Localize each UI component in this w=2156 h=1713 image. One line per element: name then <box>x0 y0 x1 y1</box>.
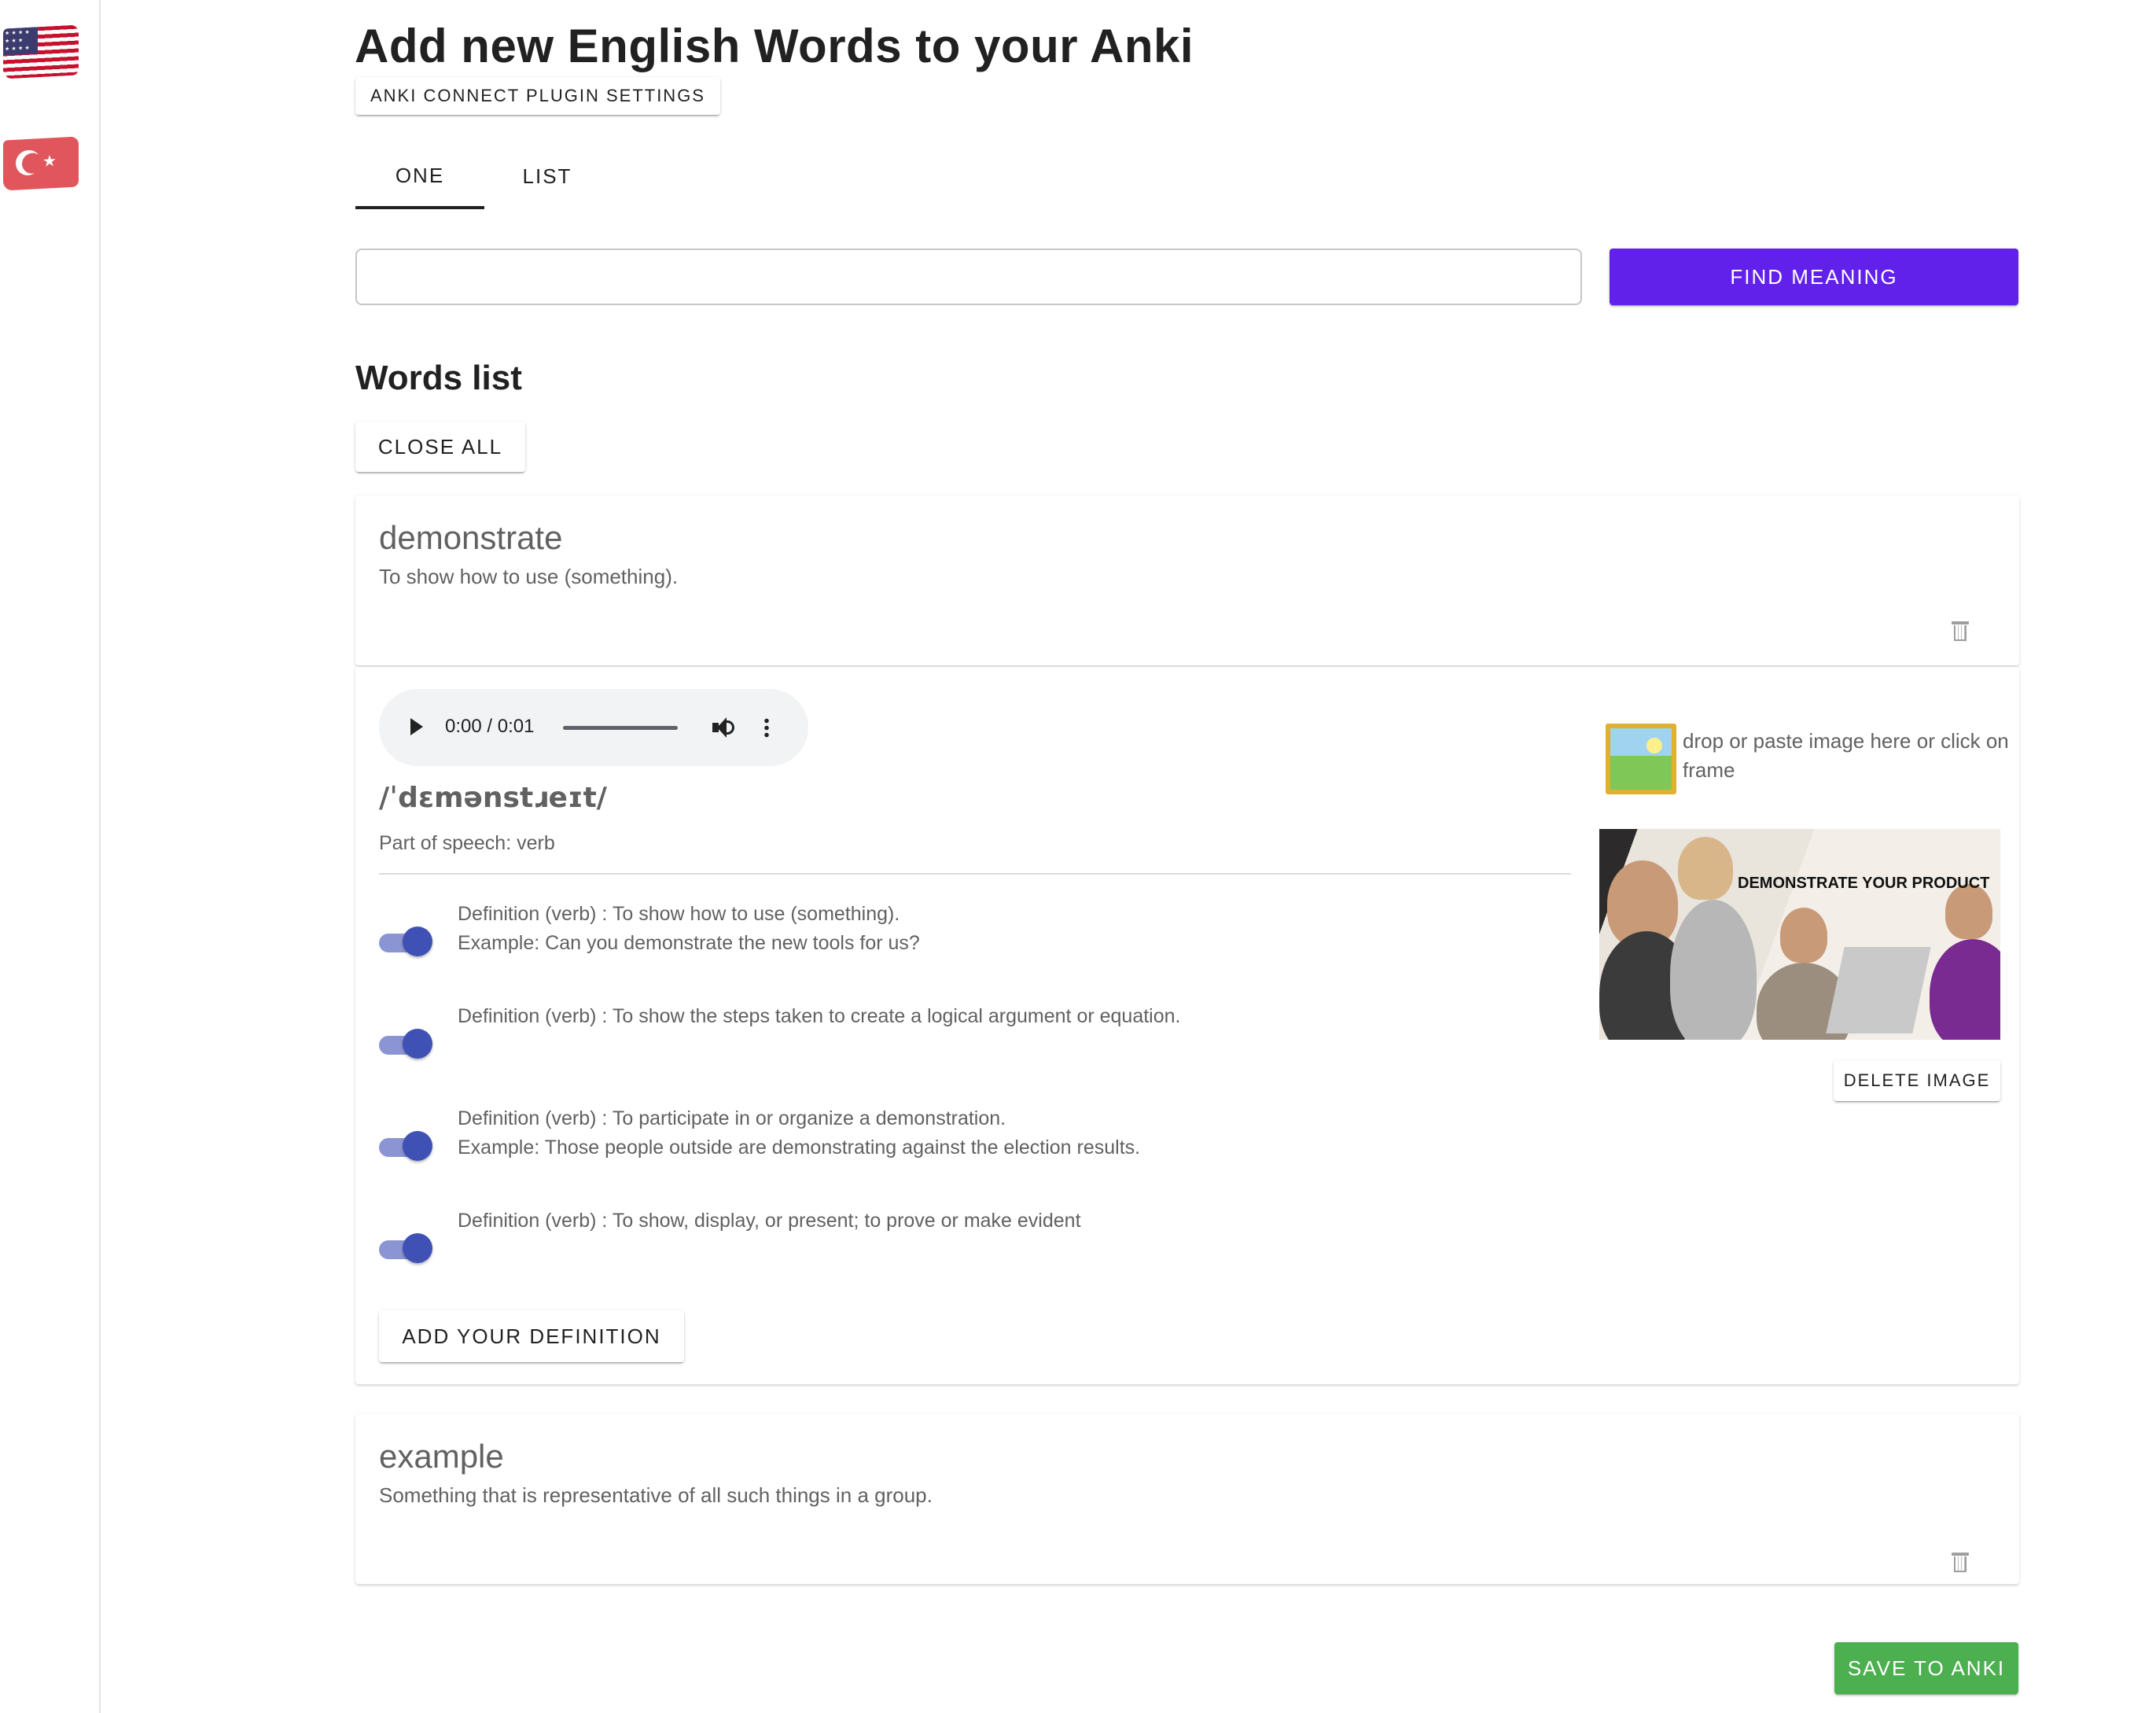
word-details-panel: 0:00 / 0:01 /ˈdɛmənstɹeɪt/ Part of speec… <box>355 667 2019 1384</box>
word-card-example[interactable]: example Something that is representative… <box>355 1414 2019 1584</box>
audio-time: 0:00 / 0:01 <box>445 716 535 737</box>
language-sidebar: ★ <box>0 0 101 1713</box>
definition-text: Definition (verb) : To participate in or… <box>458 1107 1006 1129</box>
volume-icon[interactable] <box>712 717 736 738</box>
definition-text: Definition (verb) : To show the steps ta… <box>458 1005 1181 1027</box>
trash-icon[interactable] <box>1952 1553 1969 1573</box>
audio-progress-bar[interactable] <box>563 726 678 730</box>
word-input[interactable] <box>355 249 1582 305</box>
delete-image-button[interactable]: DELETE IMAGE <box>1834 1060 2000 1101</box>
definition-toggle[interactable] <box>379 1233 434 1265</box>
tab-one[interactable]: ONE <box>355 145 484 209</box>
definition-example: Example: Those people outside are demons… <box>458 1136 1141 1159</box>
definition-text: Definition (verb) : To show, display, or… <box>458 1210 1081 1232</box>
picture-frame-icon[interactable] <box>1606 724 1676 794</box>
save-to-anki-button[interactable]: SAVE TO ANKI <box>1834 1642 2018 1694</box>
image-drop-hint: drop or paste image here or click on fra… <box>1683 729 2009 782</box>
audio-player[interactable]: 0:00 / 0:01 <box>379 689 808 766</box>
tab-list[interactable]: LIST <box>484 145 610 208</box>
turkey-flag-icon[interactable]: ★ <box>3 136 79 191</box>
definition-item: Definition (verb) : To show the steps ta… <box>458 1002 1181 1031</box>
definition-item: Definition (verb) : To show how to use (… <box>458 900 920 958</box>
words-list-heading: Words list <box>355 359 522 397</box>
word-title: example <box>379 1438 504 1475</box>
definition-example: Example: Can you demonstrate the new too… <box>458 932 920 954</box>
part-of-speech: Part of speech: verb <box>379 832 555 854</box>
definition-item: Definition (verb) : To show, display, or… <box>458 1206 1081 1236</box>
definition-item: Definition (verb) : To participate in or… <box>458 1104 1140 1162</box>
word-image[interactable]: DEMONSTRATE YOUR PRODUCT <box>1599 829 2000 1040</box>
word-card-demonstrate[interactable]: demonstrate To show how to use (somethin… <box>355 495 2019 665</box>
trash-icon[interactable] <box>1952 621 1969 642</box>
image-caption: DEMONSTRATE YOUR PRODUCT <box>1738 875 1990 892</box>
divider <box>379 873 1571 875</box>
definition-toggle[interactable] <box>379 1131 434 1162</box>
play-icon[interactable] <box>410 718 423 735</box>
word-title: demonstrate <box>379 519 563 556</box>
us-flag-icon[interactable] <box>3 24 79 79</box>
word-summary: Something that is representative of all … <box>379 1483 933 1507</box>
page-title: Add new English Words to your Anki <box>355 20 1194 72</box>
find-meaning-button[interactable]: FIND MEANING <box>1610 249 2018 305</box>
more-options-icon[interactable] <box>764 717 769 738</box>
definition-toggle[interactable] <box>379 926 434 958</box>
definition-toggle[interactable] <box>379 1029 434 1060</box>
definition-text: Definition (verb) : To show how to use (… <box>458 903 900 925</box>
word-summary: To show how to use (something). <box>379 565 679 588</box>
close-all-button[interactable]: CLOSE ALL <box>355 422 525 472</box>
phonetic: /ˈdɛmənstɹeɪt/ <box>379 782 607 814</box>
add-definition-button[interactable]: ADD YOUR DEFINITION <box>379 1310 684 1362</box>
anki-connect-settings-button[interactable]: ANKI CONNECT PLUGIN SETTINGS <box>355 77 720 115</box>
